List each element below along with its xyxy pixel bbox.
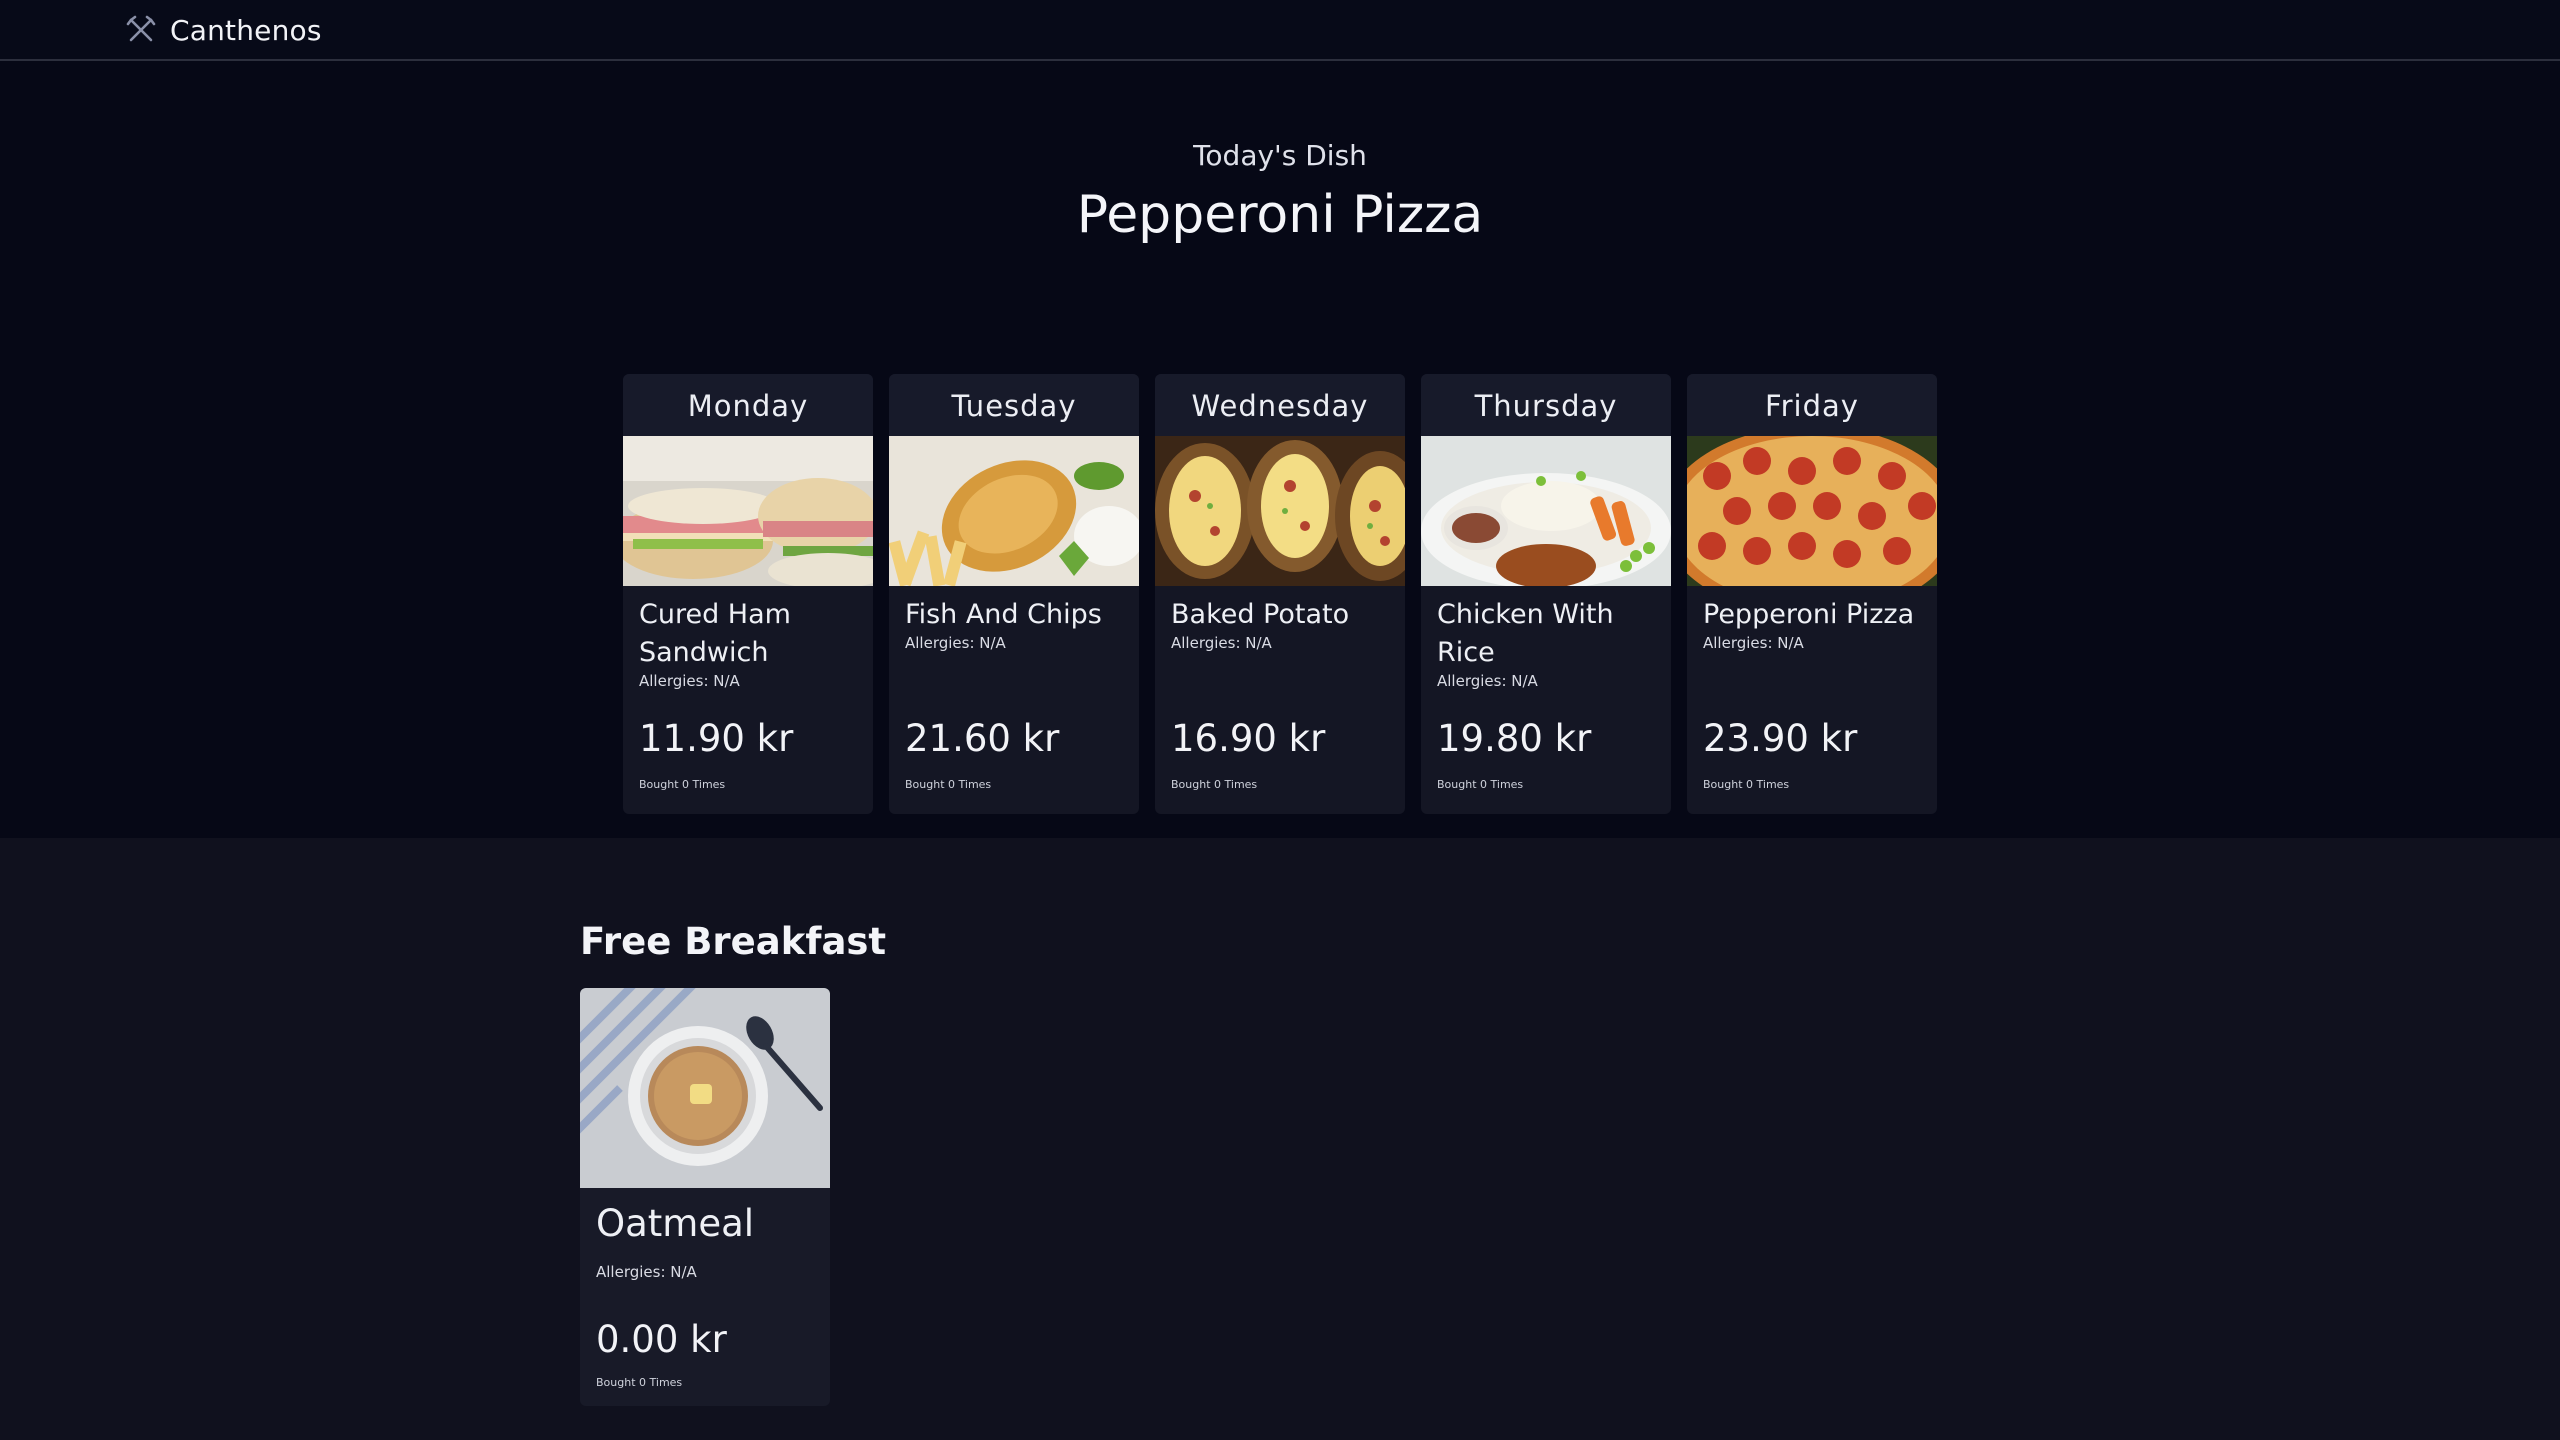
bought-count: Bought 0 Times <box>1171 778 1258 791</box>
dish-name: Oatmeal <box>596 1202 755 1245</box>
weekly-menu: Monday Cured Ham Sandwich Allergies: N/A… <box>0 374 2560 874</box>
dish-price: 0.00 kr <box>596 1318 727 1361</box>
pepperoni-pizza-image <box>1687 436 1937 586</box>
dish-name: Pepperoni Pizza <box>1703 599 1915 630</box>
dish-price: 19.80 kr <box>1437 717 1592 760</box>
todays-dish-title: Pepperoni Pizza <box>1076 185 1484 245</box>
day-card-wednesday[interactable]: Wednesday Baked Potato Allergies: N/A 16… <box>1155 374 1405 814</box>
dish-name: Chicken With Rice <box>1437 599 1614 668</box>
day-card-monday[interactable]: Monday Cured Ham Sandwich Allergies: N/A… <box>623 374 873 814</box>
baked-potato-image <box>1155 436 1405 586</box>
dish-name: Fish And Chips <box>905 599 1102 630</box>
dish-name: Cured Ham Sandwich <box>639 599 791 668</box>
chicken-with-rice-image <box>1421 436 1671 586</box>
dish-price: 16.90 kr <box>1171 717 1326 760</box>
bought-count: Bought 0 Times <box>1703 778 1790 791</box>
bought-count: Bought 0 Times <box>1437 778 1524 791</box>
day-name: Thursday <box>1421 374 1671 436</box>
day-name: Tuesday <box>889 374 1139 436</box>
day-card-thursday[interactable]: Thursday Chicken With Rice Allergies: N/… <box>1421 374 1671 814</box>
bought-count: Bought 0 Times <box>905 778 992 791</box>
dish-price: 11.90 kr <box>639 717 794 760</box>
dish-price: 21.60 kr <box>905 717 1060 760</box>
hero-section: Today's Dish Pepperoni Pizza Monday Cure… <box>0 61 2560 838</box>
fish-and-chips-image <box>889 436 1139 586</box>
bought-count: Bought 0 Times <box>596 1376 683 1389</box>
allergy-info: Allergies: N/A <box>905 634 1006 652</box>
oatmeal-image <box>580 988 830 1188</box>
day-card-friday[interactable]: Friday Pepperoni Pizza Allergies: N/A 23… <box>1687 374 1937 814</box>
allergy-info: Allergies: N/A <box>1437 672 1538 690</box>
day-name: Friday <box>1687 374 1937 436</box>
day-name: Wednesday <box>1155 374 1405 436</box>
crossed-utensils-icon <box>126 15 156 42</box>
allergy-info: Allergies: N/A <box>639 672 740 690</box>
navbar: Canthenos <box>0 0 2560 61</box>
bought-count: Bought 0 Times <box>639 778 726 791</box>
breakfast-card-oatmeal[interactable]: Oatmeal Allergies: N/A 0.00 kr Bought 0 … <box>580 988 830 1406</box>
brand-link[interactable]: Canthenos <box>126 12 322 48</box>
allergy-info: Allergies: N/A <box>1171 634 1272 652</box>
free-breakfast-heading: Free Breakfast <box>580 920 887 963</box>
brand-name: Canthenos <box>170 13 322 47</box>
dish-name: Baked Potato <box>1171 599 1350 630</box>
dish-price: 23.90 kr <box>1703 717 1858 760</box>
allergy-info: Allergies: N/A <box>596 1263 697 1281</box>
todays-dish-label: Today's Dish <box>1193 139 1367 172</box>
allergy-info: Allergies: N/A <box>1703 634 1804 652</box>
day-name: Monday <box>623 374 873 436</box>
day-card-tuesday[interactable]: Tuesday Fish And Chips Allergies: N/A 21… <box>889 374 1139 814</box>
sandwich-image <box>623 436 873 586</box>
